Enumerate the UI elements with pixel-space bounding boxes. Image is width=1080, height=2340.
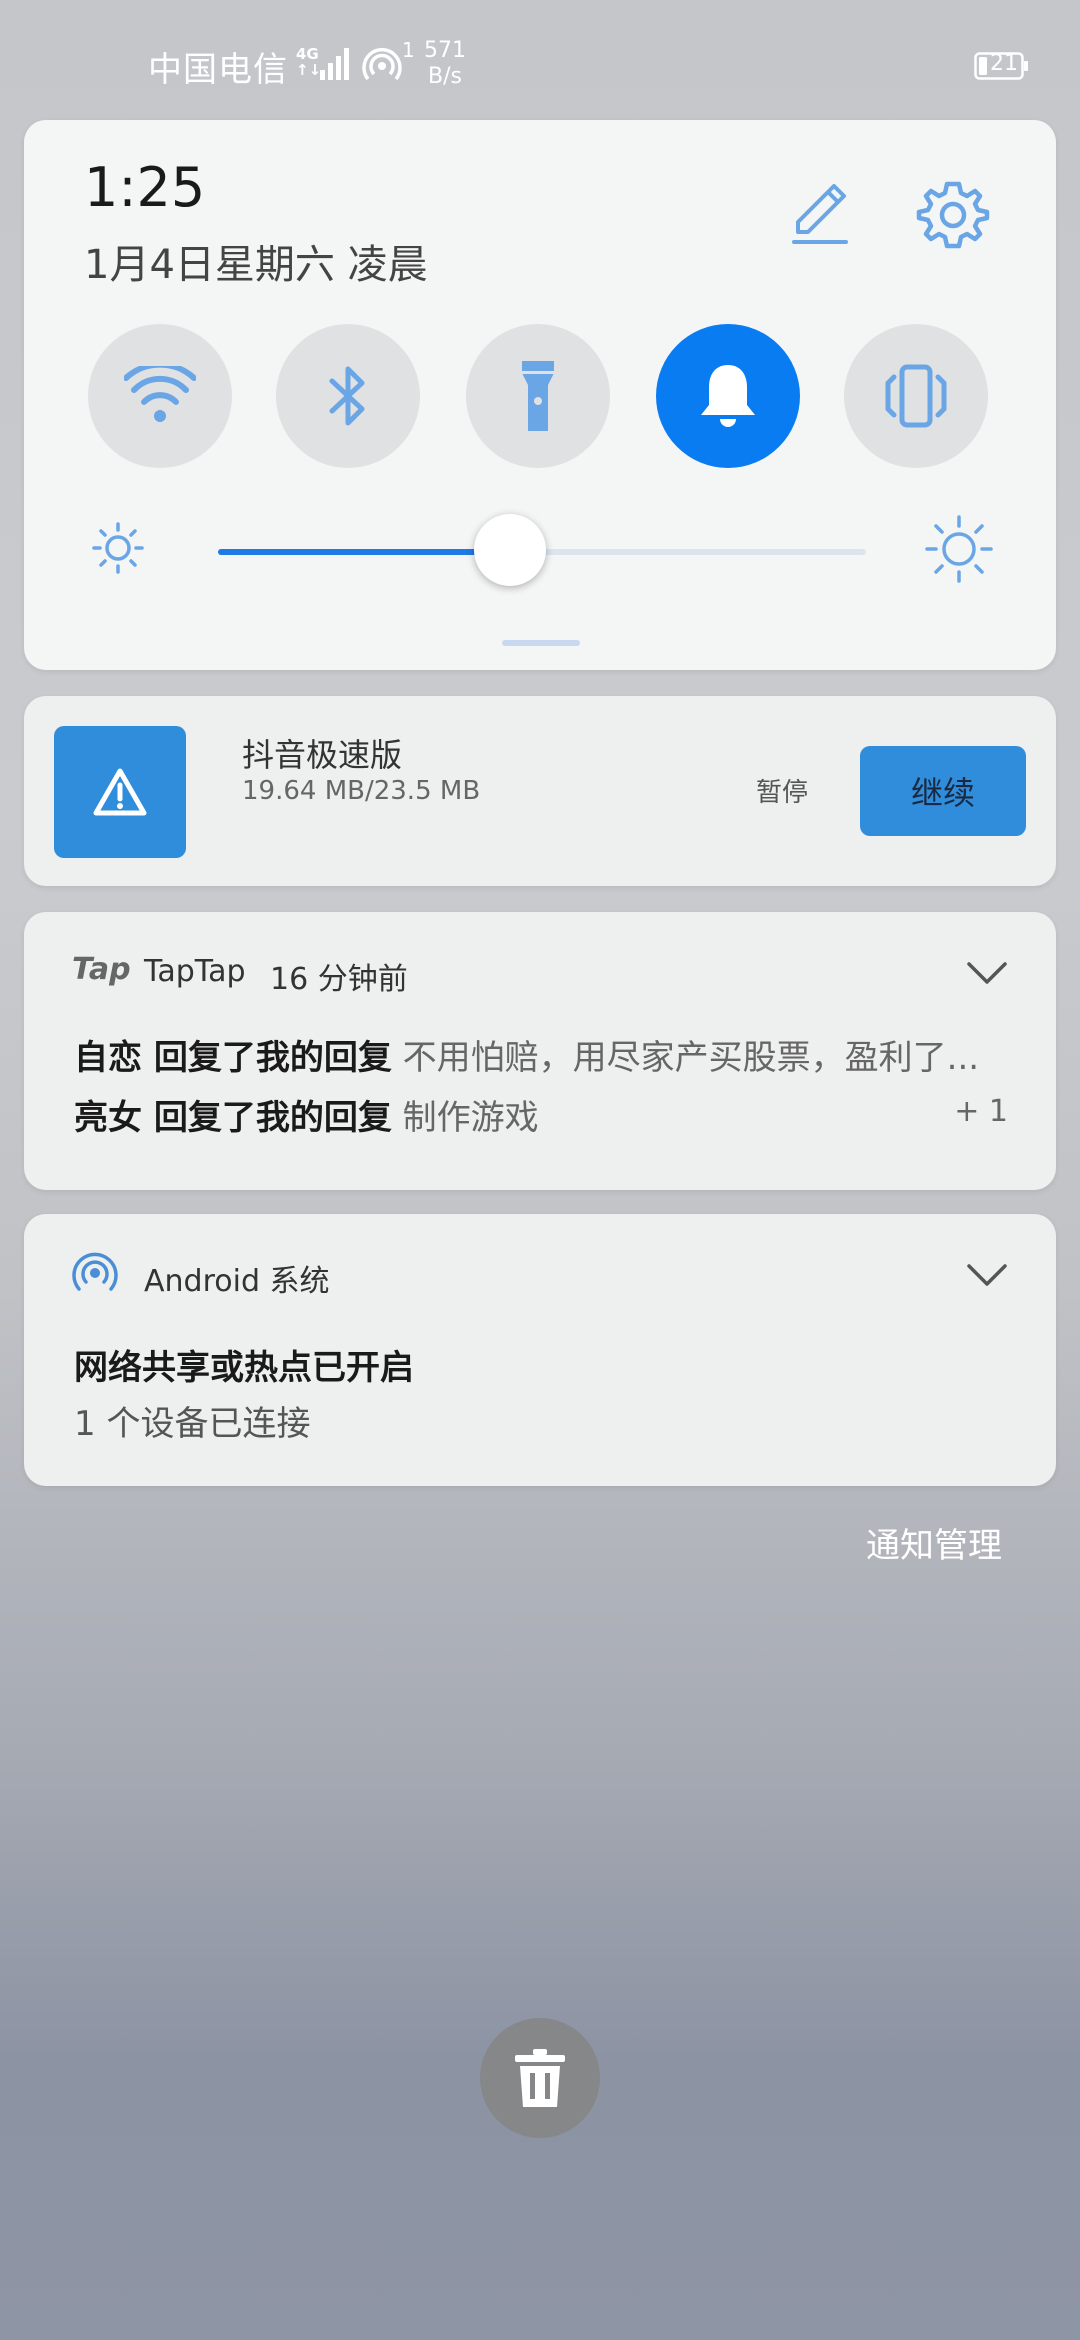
bluetooth-icon: [329, 366, 365, 426]
more-count-badge: + 1: [954, 1094, 1008, 1129]
list-item[interactable]: 亮女 回复了我的回复 制作游戏: [74, 1090, 1044, 1139]
toggle-vibrate[interactable]: [844, 324, 988, 468]
toggle-sound[interactable]: [656, 324, 800, 468]
hotspot-icon: [362, 48, 402, 81]
signal-icon: [320, 48, 349, 80]
taptap-notification[interactable]: Tap TapTap 16 分钟前 自恋 回复了我的回复 不用怕赔，用尽家产买股…: [24, 912, 1056, 1190]
brightness-slider-thumb[interactable]: [473, 514, 546, 586]
taptap-logo: Tap: [72, 952, 131, 987]
chevron-down-icon[interactable]: [966, 1262, 1008, 1288]
bell-icon: [701, 365, 755, 427]
notification-app-name: Android 系统: [144, 1264, 330, 1299]
download-app-icon: [54, 726, 186, 858]
carrier-name: 中国电信: [148, 50, 288, 90]
download-title: 抖音极速版: [242, 736, 403, 774]
clock-time: 1:25: [84, 156, 206, 219]
toggle-bluetooth[interactable]: [276, 324, 420, 468]
message-text: 不用怕赔，用尽家产买股票，盈利了...: [402, 1038, 980, 1078]
toggle-wifi[interactable]: [88, 324, 232, 468]
brightness-low-icon: [92, 522, 144, 574]
pause-button[interactable]: 暂停: [756, 772, 808, 809]
warning-icon: [93, 768, 147, 816]
vibrate-icon: [885, 364, 947, 428]
trash-icon: [515, 2049, 565, 2107]
notification-management-link[interactable]: 通知管理: [866, 1518, 1002, 1567]
battery-icon: 21: [974, 51, 1030, 80]
list-item[interactable]: 自恋 回复了我的回复 不用怕赔，用尽家产买股票，盈利了...: [74, 1030, 1044, 1079]
quick-settings-panel: 1:25 1月4日星期六 凌晨: [24, 120, 1056, 670]
android-system-notification[interactable]: Android 系统 网络共享或热点已开启 1 个设备已连接: [24, 1214, 1056, 1486]
notification-time: 16 分钟前: [270, 962, 408, 997]
edit-pencil-icon[interactable]: [784, 180, 856, 252]
hotspot-connected-count: 1: [402, 38, 415, 62]
message-sender: 自恋 回复了我的回复: [74, 1038, 392, 1078]
battery-level: 21: [990, 51, 1018, 76]
status-bar: 中国电信 4G ↑↓ 1 571 B/s 21: [0, 0, 1080, 120]
download-notification[interactable]: 抖音极速版 19.64 MB/23.5 MB 暂停 继续: [24, 696, 1056, 886]
flashlight-icon: [522, 361, 554, 431]
notification-app-name: TapTap: [144, 954, 246, 989]
panel-expand-handle[interactable]: [502, 640, 580, 646]
download-progress-size: 19.64 MB/23.5 MB: [242, 776, 481, 806]
resume-button[interactable]: 继续: [860, 746, 1026, 836]
brightness-slider-fill: [218, 549, 510, 555]
hotspot-icon: [72, 1252, 118, 1291]
settings-gear-icon[interactable]: [914, 176, 992, 254]
network-speed: 571 B/s: [424, 38, 466, 89]
clock-date: 1月4日星期六 凌晨: [84, 242, 428, 288]
brightness-high-icon: [925, 515, 993, 583]
chevron-down-icon[interactable]: [966, 960, 1008, 986]
wifi-icon: [124, 366, 196, 422]
clear-all-button[interactable]: [480, 2018, 600, 2138]
notification-title: 网络共享或热点已开启: [74, 1348, 414, 1388]
message-sender: 亮女 回复了我的回复: [74, 1098, 392, 1138]
notification-subtitle: 1 个设备已连接: [74, 1404, 311, 1444]
toggle-flashlight[interactable]: [466, 324, 610, 468]
message-text: 制作游戏: [402, 1098, 539, 1138]
